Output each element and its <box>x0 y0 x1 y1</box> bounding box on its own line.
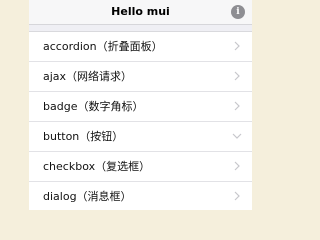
info-icon[interactable]: i <box>231 5 245 19</box>
app-frame: Hello mui i accordion（折叠面板） ajax（网络请求） b… <box>29 0 252 210</box>
page-title: Hello mui <box>111 5 170 18</box>
list-item-label: button（按钮） <box>43 130 124 143</box>
list-item-accordion[interactable]: accordion（折叠面板） <box>29 32 252 62</box>
navbar: Hello mui i <box>29 0 252 25</box>
chevron-right-icon <box>234 101 240 111</box>
list-item-label: checkbox（复选框） <box>43 160 151 173</box>
info-glyph: i <box>236 7 240 17</box>
list-item-label: accordion（折叠面板） <box>43 40 163 53</box>
list-item-label: badge（数字角标） <box>43 100 144 113</box>
chevron-right-icon <box>234 161 240 171</box>
list-item-dialog[interactable]: dialog（消息框） <box>29 182 252 210</box>
list-item-badge[interactable]: badge（数字角标） <box>29 92 252 122</box>
chevron-down-icon <box>232 133 242 139</box>
chevron-right-icon <box>234 191 240 201</box>
list-item-label: ajax（网络请求） <box>43 70 133 83</box>
list-item-button[interactable]: button（按钮） <box>29 122 252 152</box>
list-item-checkbox[interactable]: checkbox（复选框） <box>29 152 252 182</box>
list-item-label: dialog（消息框） <box>43 190 132 203</box>
demo-list: accordion（折叠面板） ajax（网络请求） badge（数字角标） b… <box>29 31 252 210</box>
chevron-right-icon <box>234 71 240 81</box>
chevron-right-icon <box>234 41 240 51</box>
list-item-ajax[interactable]: ajax（网络请求） <box>29 62 252 92</box>
